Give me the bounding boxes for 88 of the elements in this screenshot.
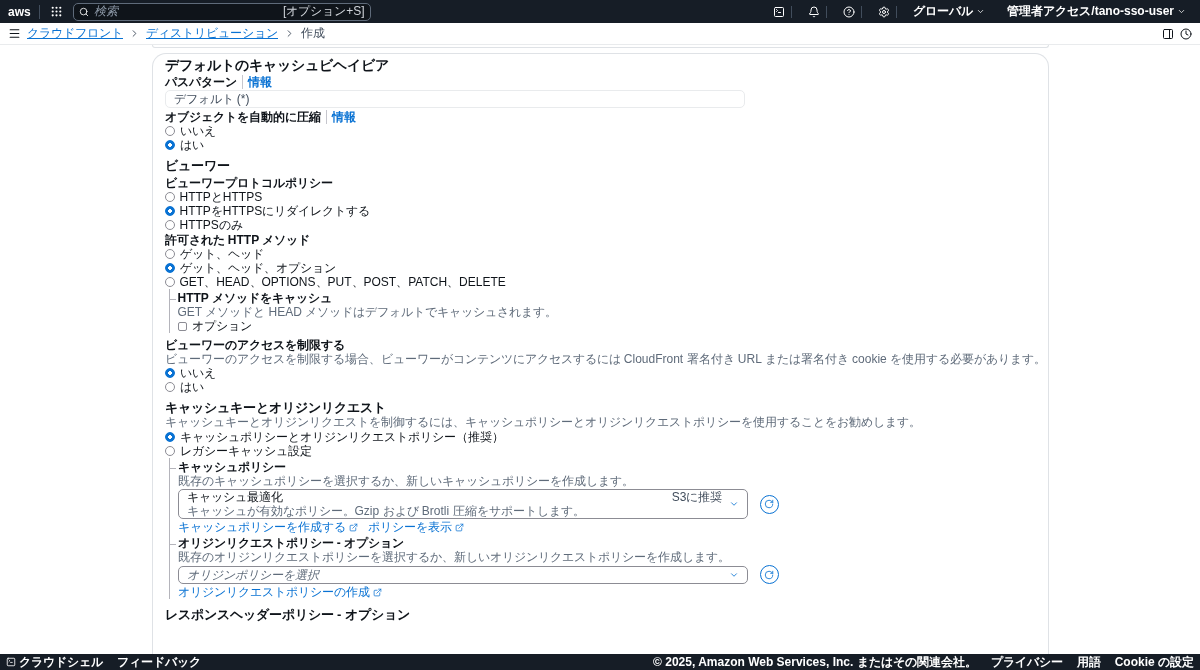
field-label: キャッシュポリシー <box>177 460 286 474</box>
field-label: レスポンスヘッダーポリシー - オプション <box>164 607 412 622</box>
option-description: キャッシュが有効なポリシー。Gzip および Brotli 圧縮をサポートします。 <box>186 504 586 518</box>
radio-label: はい <box>179 380 204 394</box>
field-label: HTTP メソッドをキャッシュ <box>177 291 332 305</box>
feedback-link[interactable]: フィードバック <box>117 653 201 670</box>
section-description: キャッシュキーとオリジンリクエストを制御するには、キャッシュポリシーとオリジンリクエストポリシーを使用することをお勧めします。 <box>164 415 922 429</box>
radio-button[interactable] <box>164 446 175 456</box>
select-value: キャッシュ最適化 <box>186 490 284 504</box>
radio-button[interactable] <box>164 220 175 230</box>
external-link-icon <box>372 587 382 597</box>
checkbox-label: オプション <box>191 319 252 333</box>
radio-label: レガシーキャッシュ設定 <box>179 444 312 458</box>
refresh-icon <box>764 569 774 580</box>
footer-link[interactable]: プライバシー <box>990 653 1063 670</box>
terminal-icon <box>6 657 16 667</box>
field-label: パスパターン <box>164 75 237 89</box>
shortcut-hint: [オプション+S] <box>283 3 365 20</box>
info-link[interactable]: 情報 <box>325 110 356 124</box>
external-link-icon <box>348 522 358 532</box>
radio-label: キャッシュポリシーとオリジンリクエストポリシー（推奨） <box>179 430 504 444</box>
external-link[interactable]: オリジンリクエストポリシーの作成 <box>177 585 382 599</box>
field-label: オリジンリクエストポリシー - オプション <box>177 536 405 550</box>
radio-button[interactable] <box>164 126 175 136</box>
radio-button[interactable] <box>164 206 175 216</box>
field-label: ビューワープロトコルポリシー <box>164 176 333 190</box>
section-title: デフォルトのキャッシュビヘイビア <box>164 57 390 74</box>
field-label: ビューワーのアクセスを制限する <box>164 338 345 352</box>
refresh-icon <box>764 499 774 509</box>
field-description: 既存のオリジンリクエストポリシーを選択するか、新しいオリジンリクエストポリシーを作成します。 <box>177 550 731 564</box>
radio-label: HTTPSのみ <box>179 218 243 232</box>
region-menu[interactable]: グローバル <box>907 3 992 20</box>
copyright-text: © 2025, Amazon Web Services, Inc. またはその関連会社。 <box>653 653 977 670</box>
radio-button[interactable] <box>164 192 175 202</box>
radio-button[interactable] <box>164 368 175 378</box>
radio-button[interactable] <box>164 382 175 392</box>
cache-policy-select[interactable]: キャッシュ最適化 キャッシュが有効なポリシー。Gzip および Brotli 圧縮をサポートします。 S3に推奨 <box>177 489 748 519</box>
breadcrumb-link[interactable]: クラウドフロント <box>27 25 123 42</box>
footer-link[interactable]: Cookie の設定 <box>1114 653 1194 670</box>
field-label: オブジェクトを自動的に圧縮 <box>164 110 321 124</box>
breadcrumb-link[interactable]: ディストリビューション <box>146 25 278 42</box>
caret-icon <box>1177 7 1186 16</box>
field-description: GET メソッドと HEAD メソッドはデフォルトでキャッシュされます。 <box>177 305 559 319</box>
radio-label: いいえ <box>179 366 216 380</box>
caret-icon <box>728 499 739 509</box>
cloudshell-link[interactable]: クラウドシェル <box>6 653 103 670</box>
checkbox[interactable] <box>177 321 187 331</box>
input-field[interactable]: デフォルト (*) <box>164 90 745 108</box>
radio-label: ゲット、ヘッド、オプション <box>179 261 336 275</box>
field-description: ビューワーのアクセスを制限する場合、ビューワーがコンテンツにアクセスするには CloudFront 署名付き URL または署名付き cookie を使用する必要があります。 <box>164 352 1036 366</box>
external-link[interactable]: キャッシュポリシーを作成する <box>177 520 358 534</box>
radio-label: HTTPとHTTPS <box>179 190 263 204</box>
section-heading: ビューワー <box>164 158 231 173</box>
section-heading: キャッシュキーとオリジンリクエスト <box>164 400 387 415</box>
clock-icon[interactable] <box>1180 27 1192 40</box>
radio-button[interactable] <box>164 140 175 150</box>
radio-label: GET、HEAD、OPTIONS、PUT、POST、PATCH、DELETE <box>179 275 506 289</box>
radio-button[interactable] <box>164 249 175 259</box>
radio-button[interactable] <box>164 432 175 442</box>
radio-button[interactable] <box>164 263 175 273</box>
field-description: 既存のキャッシュポリシーを選択するか、新しいキャッシュポリシーを作成します。 <box>177 474 635 488</box>
radio-label: ゲット、ヘッド <box>179 247 264 261</box>
radio-label: はい <box>179 138 204 152</box>
field-label: 許可された HTTP メソッド <box>164 233 311 247</box>
refresh-button[interactable] <box>759 494 779 514</box>
panel-icon[interactable] <box>1162 27 1174 40</box>
aws-logo[interactable]: aws <box>8 4 40 19</box>
radio-label: HTTPをHTTPSにリダイレクトする <box>179 204 371 218</box>
option-tag: S3に推奨 <box>671 490 723 504</box>
help-icon[interactable] <box>843 5 856 18</box>
terminal-icon[interactable] <box>773 5 786 18</box>
info-link[interactable]: 情報 <box>241 75 272 89</box>
caret-icon <box>976 7 986 16</box>
footer-link[interactable]: 用語 <box>1076 653 1101 670</box>
account-menu[interactable]: 管理者アクセス/tano-sso-user <box>1001 3 1192 20</box>
origin-policy-select[interactable]: オリジンポリシーを選択 <box>177 565 748 584</box>
radio-label: いいえ <box>179 124 216 138</box>
bell-icon[interactable] <box>808 5 821 18</box>
search-field[interactable]: 検索 [オプション+S] <box>72 2 371 21</box>
page-name-text: 作成 <box>301 25 325 42</box>
search-icon <box>78 6 89 17</box>
radio-button[interactable] <box>164 277 175 287</box>
grid-icon[interactable] <box>49 5 63 18</box>
external-link[interactable]: ポリシーを表示 <box>367 520 464 534</box>
menu-icon[interactable] <box>8 27 21 40</box>
external-link-icon <box>454 522 464 532</box>
refresh-button[interactable] <box>759 565 779 584</box>
settings-icon[interactable] <box>878 5 891 18</box>
